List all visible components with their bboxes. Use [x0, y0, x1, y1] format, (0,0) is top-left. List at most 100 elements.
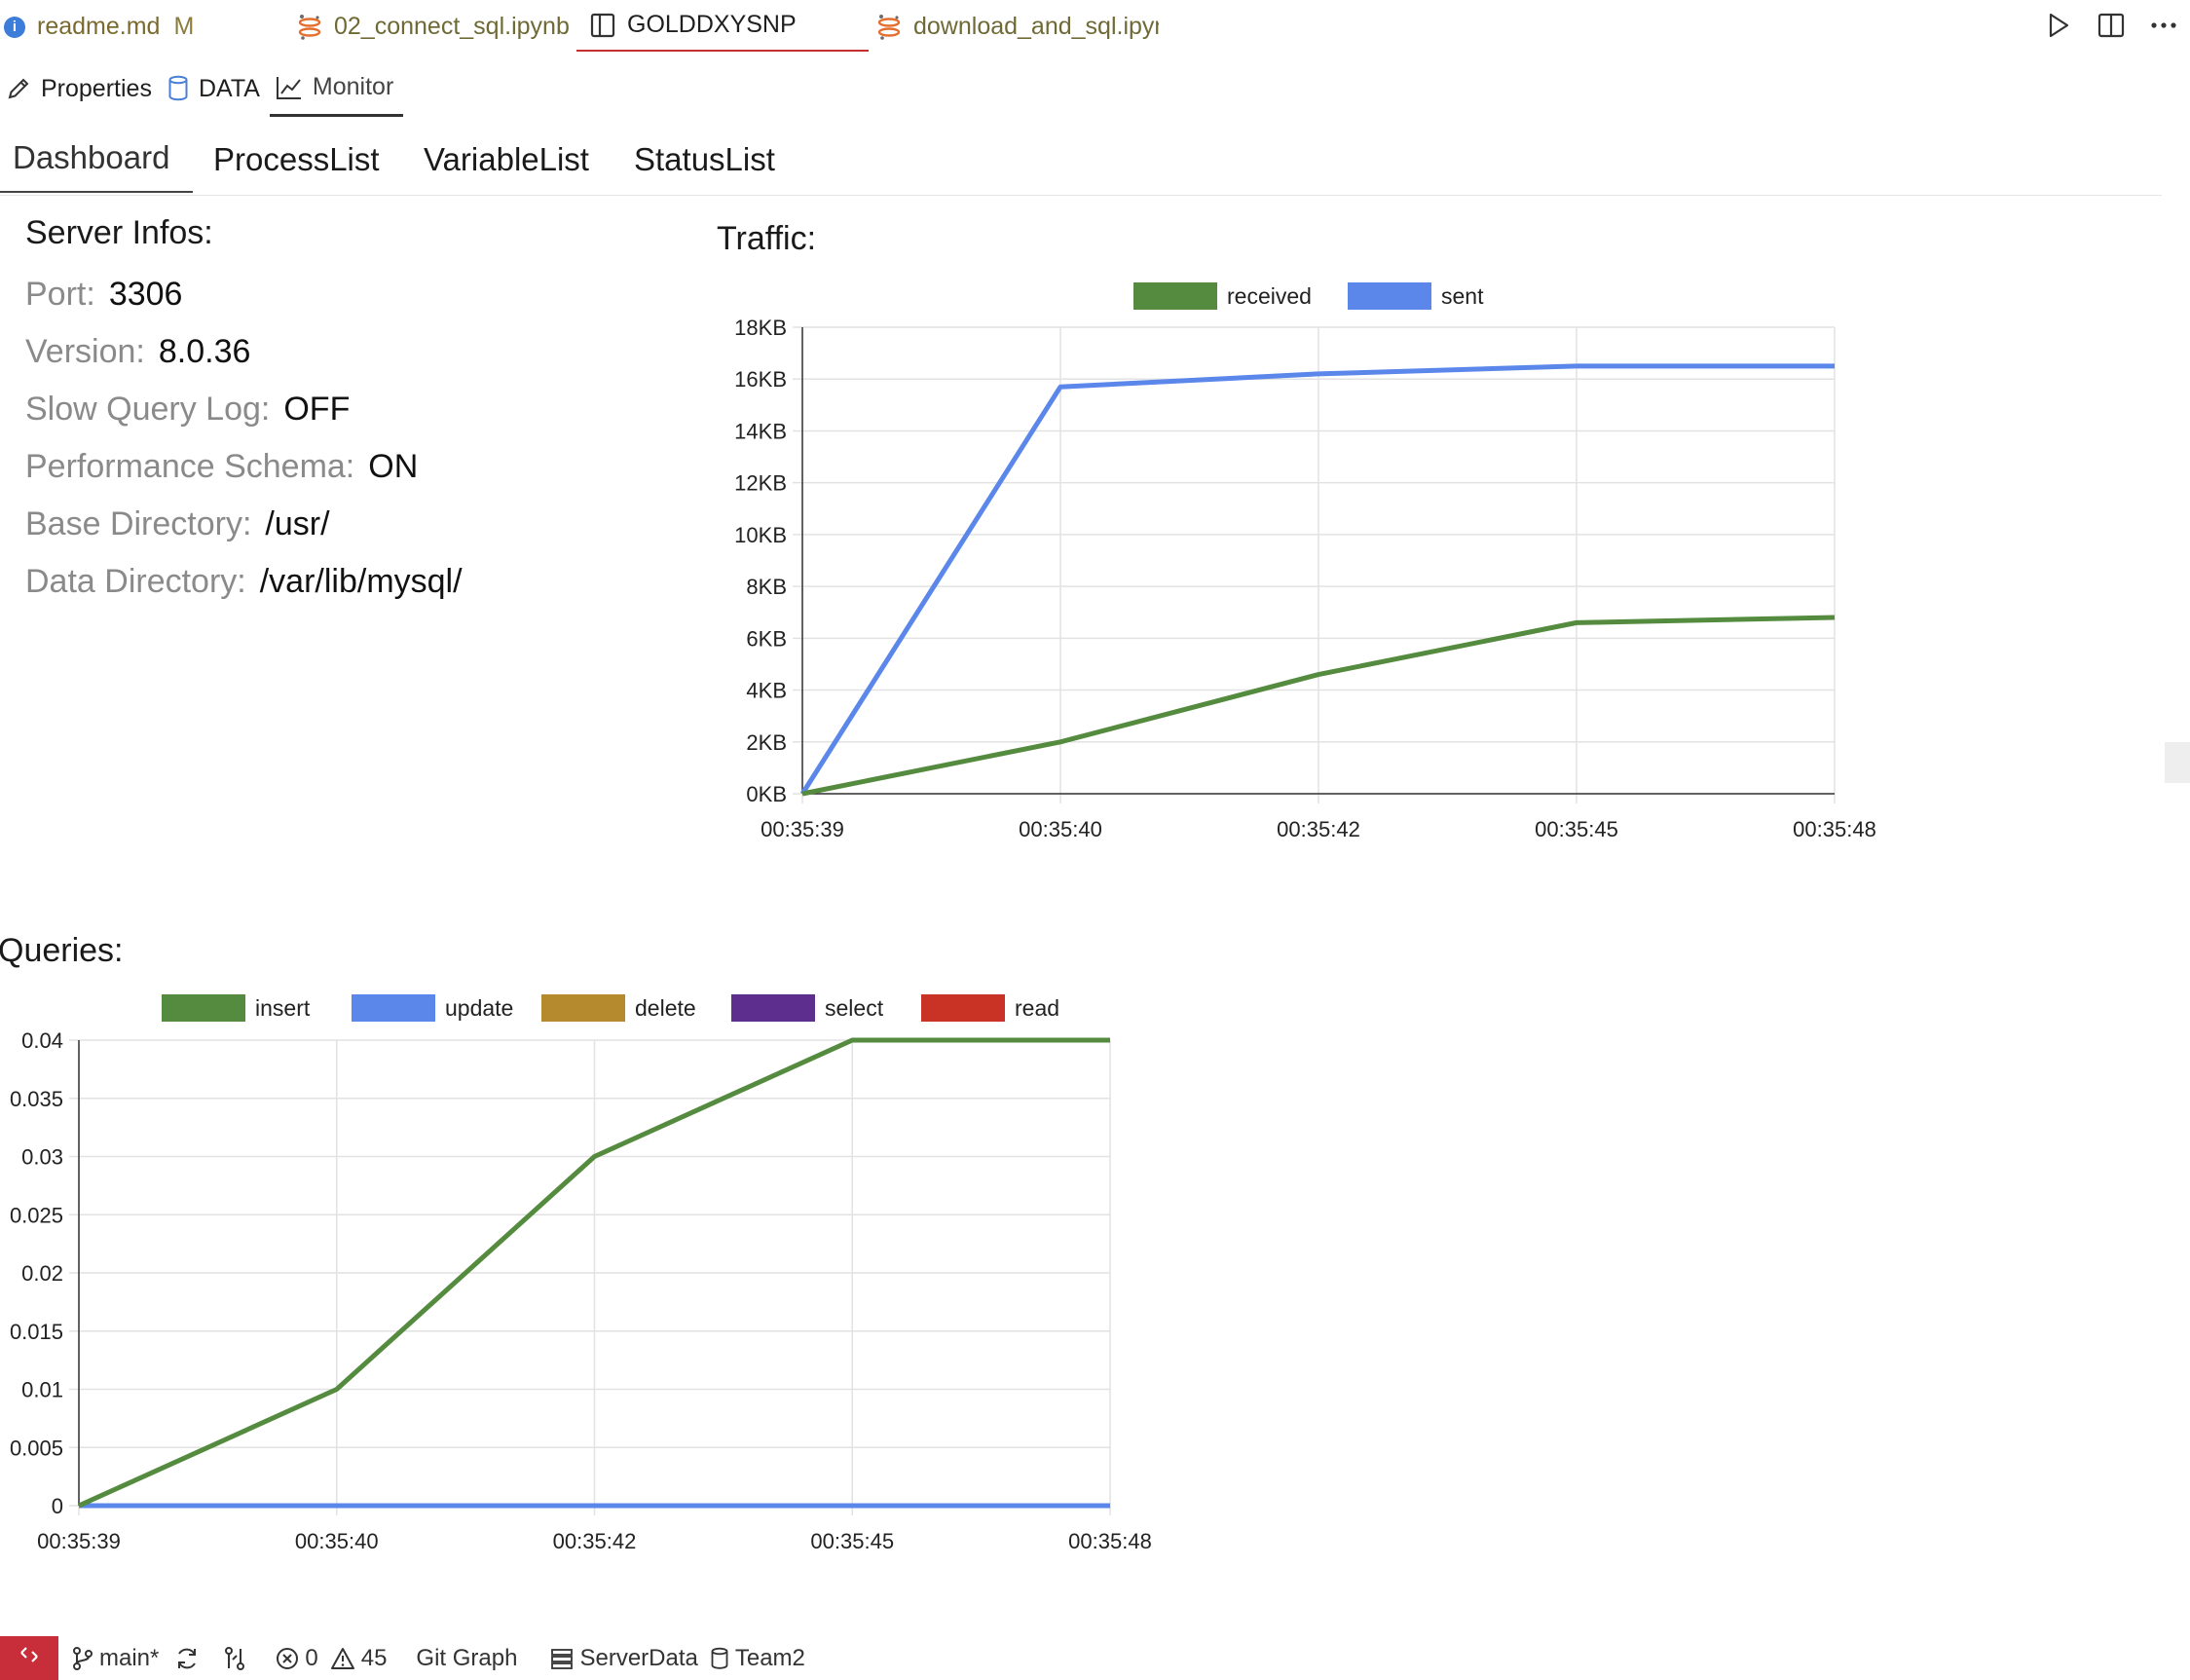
info-key: Version:: [25, 333, 145, 370]
info-value: /var/lib/mysql/: [259, 563, 463, 600]
legend-label-update: update: [445, 995, 513, 1021]
server-data-label: ServerData: [579, 1644, 698, 1671]
status-bar: main* 0 45 Git Graph ServerData Team2: [0, 1636, 2190, 1680]
git-compare-icon[interactable]: [223, 1646, 246, 1671]
remote-indicator[interactable]: [0, 1636, 58, 1680]
legend-label-insert: insert: [255, 995, 311, 1021]
tab-data[interactable]: DATA: [162, 60, 270, 117]
traffic-chart-title: Traffic:: [717, 220, 817, 257]
y-tick-label: 0KB: [746, 782, 787, 806]
y-tick-label: 0.03: [21, 1145, 63, 1170]
y-tick-label: 16KB: [734, 367, 787, 392]
tab-properties[interactable]: Properties: [0, 60, 162, 117]
info-key: Performance Schema:: [25, 448, 355, 485]
tab-variablelist[interactable]: VariableList: [424, 125, 589, 195]
tab-monitor-label: Monitor: [312, 73, 394, 100]
tab-monitor[interactable]: Monitor: [269, 60, 404, 117]
y-tick-label: 0: [52, 1494, 63, 1518]
database-icon: [710, 1647, 729, 1670]
y-tick-label: 0.005: [10, 1436, 63, 1460]
y-tick-label: 10KB: [734, 523, 787, 547]
tab-download-notebook[interactable]: download_and_sql.ipynb: [876, 0, 1159, 54]
info-key: Port:: [25, 276, 95, 313]
tab-label: download_and_sql.ipynb: [913, 13, 1159, 40]
server-icon: [550, 1647, 574, 1670]
y-tick-label: 0.035: [10, 1087, 63, 1111]
remote-icon: [19, 1644, 40, 1672]
run-icon[interactable]: [2032, 6, 2085, 45]
sync-icon[interactable]: [174, 1646, 200, 1671]
x-tick-label: 00:35:39: [761, 817, 844, 841]
line-chart-icon: [276, 75, 303, 100]
x-tick-label: 00:35:42: [553, 1529, 637, 1553]
x-tick-label: 00:35:48: [1793, 817, 1876, 841]
tab-processlist[interactable]: ProcessList: [213, 125, 380, 195]
git-branch-icon: [72, 1646, 93, 1671]
more-actions-icon[interactable]: [2137, 6, 2190, 45]
info-value: 3306: [108, 276, 183, 313]
y-tick-label: 6KB: [746, 626, 787, 651]
book-icon: [590, 13, 615, 38]
legend-swatch-delete: [541, 994, 625, 1022]
problems-indicator[interactable]: 0 45: [276, 1645, 387, 1672]
y-tick-label: 12KB: [734, 471, 787, 496]
team-button[interactable]: Team2: [710, 1645, 805, 1672]
info-row-port: Port: 3306: [25, 270, 463, 327]
editor-actions: [2032, 6, 2190, 45]
legend-swatch-insert: [162, 994, 245, 1022]
info-value: /usr/: [265, 505, 330, 542]
tab-label: readme.md: [37, 13, 161, 40]
tab-readme[interactable]: i readme.md M: [4, 0, 194, 54]
y-tick-label: 0.04: [21, 1028, 63, 1053]
x-tick-label: 00:35:40: [1019, 817, 1102, 841]
branch-indicator[interactable]: main*: [72, 1645, 159, 1672]
info-row-performance-schema: Performance Schema: ON: [25, 442, 463, 500]
legend-swatch-read: [921, 994, 1005, 1022]
tab-label: 02_connect_sql.ipynb: [334, 13, 570, 40]
y-tick-label: 14KB: [734, 419, 787, 443]
legend-label-read: read: [1015, 995, 1059, 1021]
y-tick-label: 0.015: [10, 1320, 63, 1344]
git-graph-button[interactable]: Git Graph: [416, 1645, 517, 1672]
legend-label-received: received: [1227, 283, 1312, 309]
legend-swatch-update: [352, 994, 435, 1022]
info-row-base-directory: Base Directory: /usr/: [25, 500, 463, 557]
y-tick-label: 0.025: [10, 1203, 63, 1227]
y-tick-label: 8KB: [746, 575, 787, 599]
info-row-version: Version: 8.0.36: [25, 327, 463, 385]
info-row-data-directory: Data Directory: /var/lib/mysql/: [25, 557, 463, 615]
x-tick-label: 00:35:48: [1068, 1529, 1152, 1553]
split-editor-icon[interactable]: [2085, 6, 2137, 45]
tab-properties-label: Properties: [41, 74, 152, 102]
error-icon: [276, 1647, 299, 1670]
tab-golddxysnp[interactable]: GOLDDXYSNP: [576, 0, 869, 52]
legend-swatch-select: [731, 994, 815, 1022]
legend-label-sent: sent: [1441, 283, 1484, 309]
dashboard-tabs: Dashboard ProcessList VariableList Statu…: [0, 125, 2162, 196]
x-tick-label: 00:35:42: [1277, 817, 1360, 841]
legend-label-delete: delete: [635, 995, 696, 1021]
team-label: Team2: [734, 1644, 805, 1671]
tab-connect-notebook[interactable]: 02_connect_sql.ipynb: [297, 0, 577, 54]
legend-swatch-received: [1133, 282, 1217, 310]
server-infos-title: Server Infos:: [25, 214, 213, 251]
y-tick-label: 0.01: [21, 1378, 63, 1402]
info-value: ON: [368, 448, 419, 485]
tab-dashboard[interactable]: Dashboard: [0, 125, 193, 193]
info-key: Data Directory:: [25, 563, 246, 600]
x-tick-label: 00:35:45: [1535, 817, 1618, 841]
server-data-button[interactable]: ServerData: [550, 1644, 698, 1672]
modified-badge: M: [173, 13, 195, 40]
info-key: Slow Query Log:: [25, 391, 271, 428]
tab-statuslist[interactable]: StatusList: [634, 125, 775, 195]
tab-label: GOLDDXYSNP: [627, 11, 797, 38]
x-tick-label: 00:35:39: [37, 1529, 121, 1553]
warning-icon: [330, 1647, 355, 1670]
queries-chart: 0 0.005 0.01 0.015 0.02 0.025 0.03 0.035 0.04 00:…: [10, 994, 1152, 1553]
pencil-icon: [6, 76, 31, 101]
legend-swatch-sent: [1348, 282, 1431, 310]
info-row-slow-query-log: Slow Query Log: OFF: [25, 385, 463, 442]
scrollbar-thumb[interactable]: [2165, 742, 2190, 783]
jupyter-icon: [876, 14, 902, 41]
x-tick-label: 00:35:45: [810, 1529, 894, 1553]
